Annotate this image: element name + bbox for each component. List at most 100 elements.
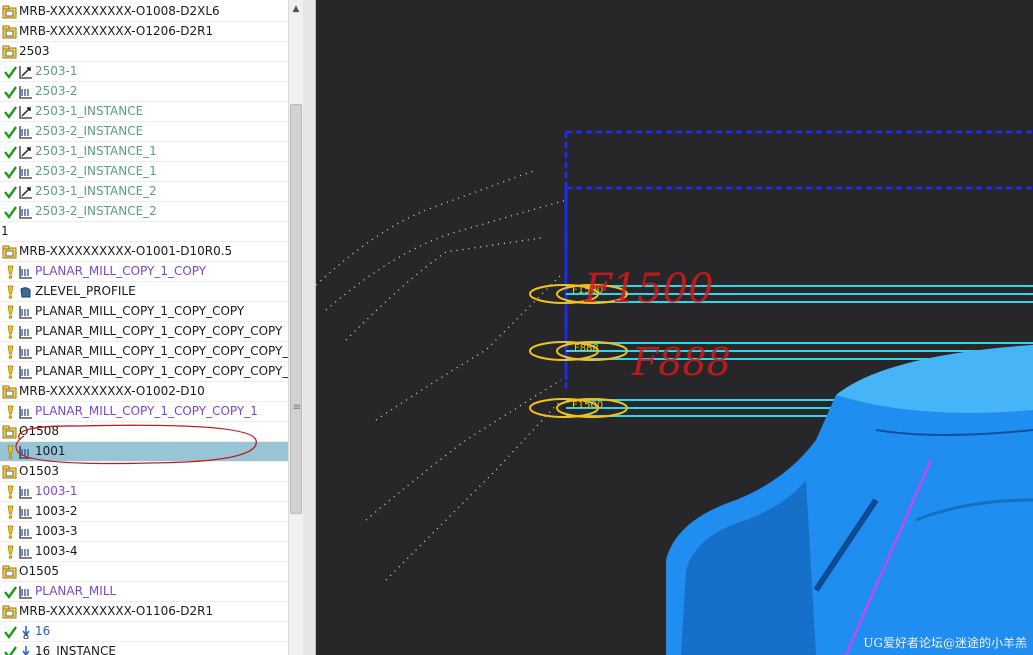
regenerate-warning-icon: [4, 285, 17, 299]
mill-operation-icon: [18, 585, 34, 599]
complete-check-icon: [4, 205, 17, 220]
navigator-row[interactable]: PLANAR_MILL_COPY_1_COPY: [0, 262, 288, 282]
drill-operation-icon: [18, 645, 34, 655]
contour-operation-icon: [18, 185, 34, 199]
mill-operation-icon: [18, 265, 34, 279]
navigator-row[interactable]: 2503-1_INSTANCE: [0, 102, 288, 122]
graphics-viewport[interactable]: F1500 F888 F1500 F1500 F888 UG爱好者论坛@迷途的小…: [316, 0, 1033, 655]
navigator-scrollbar[interactable]: ▲ ≡: [288, 0, 303, 655]
navigator-row[interactable]: 2503-2_INSTANCE: [0, 122, 288, 142]
navigator-row[interactable]: PLANAR_MILL_COPY_1_COPY_COPY_1: [0, 402, 288, 422]
navigator-row-label: PLANAR_MILL_COPY_1_COPY_COPY: [35, 304, 245, 318]
navigator-row[interactable]: MRB-XXXXXXXXXX-O1008-D2XL6: [0, 2, 288, 22]
navigator-row[interactable]: 1001: [0, 442, 288, 462]
navigator-row-label: 1: [1, 224, 9, 238]
navigator-row-label: O1505: [19, 564, 59, 578]
navigator-row[interactable]: 1003-4: [0, 542, 288, 562]
navigator-row-label: MRB-XXXXXXXXXX-O1206-D2R1: [19, 24, 214, 38]
program-folder-icon: [2, 25, 18, 39]
navigator-row-label: 1003-2: [35, 504, 78, 518]
regenerate-warning-icon: [4, 325, 17, 339]
complete-check-icon: [4, 165, 17, 180]
navigator-row[interactable]: 2503-1_INSTANCE_1: [0, 142, 288, 162]
navigator-row-label: 16_INSTANCE: [35, 644, 116, 655]
workpiece-part: [666, 345, 1033, 655]
program-folder-icon: [2, 5, 18, 19]
navigator-row-label: MRB-XXXXXXXXXX-O1002-D10: [19, 384, 205, 398]
navigator-row[interactable]: O1503: [0, 462, 288, 482]
complete-check-icon: [4, 625, 17, 640]
contour-operation-icon: [18, 65, 34, 79]
navigator-row-label: PLANAR_MILL_COPY_1_COPY_COPY_COPY_2: [35, 364, 288, 378]
navigator-row[interactable]: MRB-XXXXXXXXXX-O1206-D2R1: [0, 22, 288, 42]
regenerate-warning-icon: [4, 405, 17, 419]
navigator-row[interactable]: PLANAR_MILL_COPY_1_COPY_COPY_COPY_1: [0, 342, 288, 362]
mill-operation-icon: [18, 365, 34, 379]
navigator-row[interactable]: MRB-XXXXXXXXXX-O1002-D10: [0, 382, 288, 402]
scroll-grip-icon: ≡: [292, 402, 302, 413]
navigator-row-label: O1508: [19, 424, 59, 438]
scroll-up-arrow-icon[interactable]: ▲: [289, 0, 303, 18]
navigator-row[interactable]: O1505: [0, 562, 288, 582]
feed-label: F1500: [572, 400, 603, 411]
navigator-row-label: PLANAR_MILL_COPY_1_COPY: [35, 264, 207, 278]
navigator-row-label: 2503-2: [35, 84, 78, 98]
navigator-row[interactable]: 16_INSTANCE: [0, 642, 288, 655]
program-folder-icon: [2, 245, 18, 259]
navigator-row[interactable]: 2503-2_INSTANCE_2: [0, 202, 288, 222]
navigator-row-label: O1503: [19, 464, 59, 478]
navigator-row[interactable]: 1003-1: [0, 482, 288, 502]
rapid-moves: [316, 169, 567, 581]
navigator-row[interactable]: O1508: [0, 422, 288, 442]
navigator-row[interactable]: 2503-2_INSTANCE_1: [0, 162, 288, 182]
pane-splitter[interactable]: [303, 0, 316, 655]
cad-scene: F1500 F888 F1500 F1500 F888: [316, 130, 1033, 655]
navigator-row-label: 2503-1_INSTANCE_1: [35, 144, 157, 158]
program-folder-icon: [2, 385, 18, 399]
complete-check-icon: [4, 645, 17, 655]
navigator-row[interactable]: 2503-1: [0, 62, 288, 82]
navigator-row[interactable]: PLANAR_MILL_COPY_1_COPY_COPY: [0, 302, 288, 322]
navigator-row[interactable]: MRB-XXXXXXXXXX-O1106-D2R1: [0, 602, 288, 622]
regenerate-warning-icon: [4, 485, 17, 499]
navigator-row[interactable]: PLANAR_MILL_COPY_1_COPY_COPY_COPY: [0, 322, 288, 342]
regenerate-warning-icon: [4, 525, 17, 539]
mill-operation-icon: [18, 305, 34, 319]
navigator-row[interactable]: 1003-3: [0, 522, 288, 542]
handwritten-note: F1500: [583, 266, 714, 312]
mill-operation-icon: [18, 345, 34, 359]
complete-check-icon: [4, 125, 17, 140]
navigator-row[interactable]: PLANAR_MILL_COPY_1_COPY_COPY_COPY_2: [0, 362, 288, 382]
navigator-row[interactable]: 2503: [0, 42, 288, 62]
feed-label: F888: [574, 343, 599, 354]
navigator-row-label: MRB-XXXXXXXXXX-O1106-D2R1: [19, 604, 214, 618]
navigator-row-label: PLANAR_MILL_COPY_1_COPY_COPY_1: [35, 404, 258, 418]
navigator-row-label: 16: [35, 624, 51, 638]
navigator-row-label: 2503-2_INSTANCE_2: [35, 204, 157, 218]
navigator-row-label: 1003-1: [35, 484, 78, 498]
mill-operation-icon: [18, 445, 34, 459]
navigator-row-label: 1003-3: [35, 524, 78, 538]
navigator-row[interactable]: PLANAR_MILL: [0, 582, 288, 602]
contour-operation-icon: [18, 145, 34, 159]
scroll-thumb[interactable]: ≡: [290, 104, 302, 514]
navigator-row-label: MRB-XXXXXXXXXX-O1001-D10R0.5: [19, 244, 233, 258]
program-folder-icon: [2, 45, 18, 59]
navigator-row-label: 2503-2_INSTANCE_1: [35, 164, 157, 178]
contour-operation-icon: [18, 105, 34, 119]
navigator-row[interactable]: ZLEVEL_PROFILE: [0, 282, 288, 302]
mill-operation-icon: [18, 405, 34, 419]
navigator-row-label: 2503-1_INSTANCE: [35, 104, 144, 118]
navigator-row-label: 1001: [35, 444, 66, 458]
complete-check-icon: [4, 65, 17, 80]
navigator-row[interactable]: MRB-XXXXXXXXXX-O1001-D10R0.5: [0, 242, 288, 262]
navigator-row-label: 2503-1_INSTANCE_2: [35, 184, 157, 198]
navigator-row-label: PLANAR_MILL: [35, 584, 117, 598]
navigator-row[interactable]: 1003-2: [0, 502, 288, 522]
mill-operation-icon: [18, 505, 34, 519]
navigator-row[interactable]: 16: [0, 622, 288, 642]
mill-operation-icon: [18, 485, 34, 499]
navigator-row[interactable]: 2503-2: [0, 82, 288, 102]
navigator-row[interactable]: 1: [0, 222, 288, 242]
navigator-row[interactable]: 2503-1_INSTANCE_2: [0, 182, 288, 202]
